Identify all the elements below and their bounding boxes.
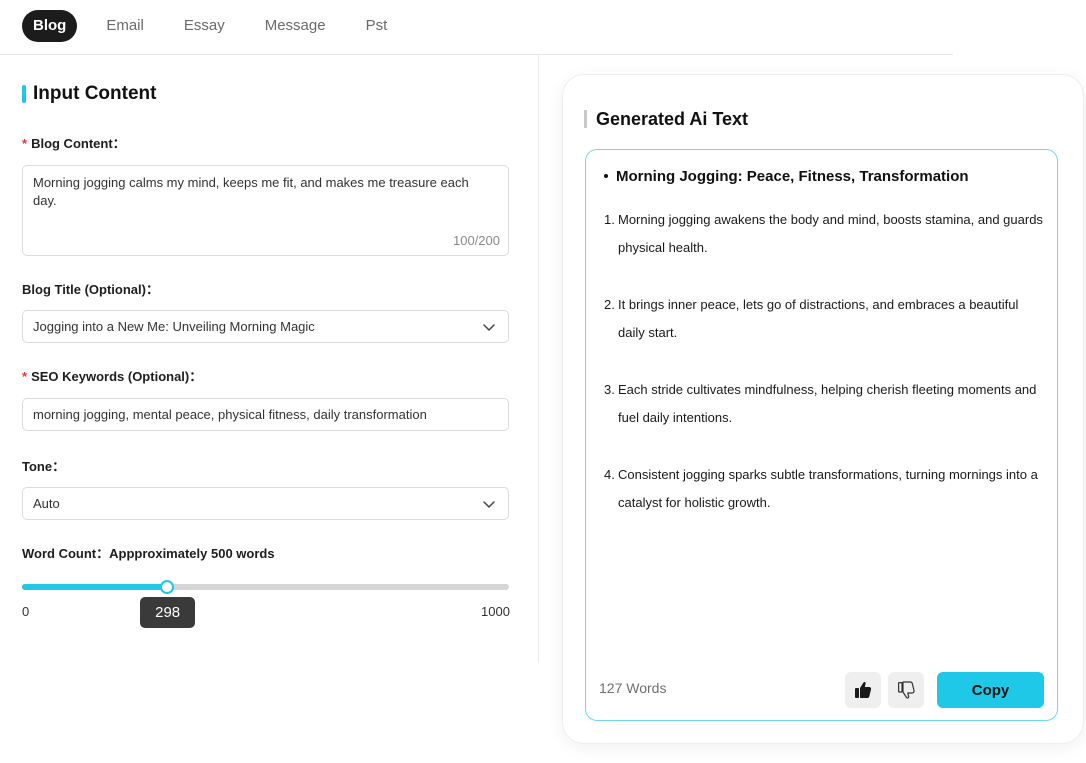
tab-bar: Blog Email Essay Message Pst	[22, 10, 416, 42]
blog-content-label-text: Blog Content：	[31, 136, 126, 151]
copy-button[interactable]: Copy	[937, 672, 1044, 708]
output-item-text: Each stride cultivates mindfulness, help…	[618, 382, 1037, 425]
output-item-number: 1.	[604, 212, 615, 227]
tab-message[interactable]: Message	[254, 10, 337, 42]
slider-value-tooltip: 298	[140, 597, 196, 628]
generated-text-title: Generated Ai Text	[584, 107, 748, 131]
output-item-text: Morning jogging awakens the body and min…	[618, 212, 1043, 255]
tab-pst[interactable]: Pst	[355, 10, 399, 42]
output-item-number: 2.	[604, 297, 615, 312]
column-divider	[538, 55, 539, 663]
tone-label: Tone：	[22, 459, 66, 474]
thumbs-down-icon	[897, 681, 915, 699]
blog-title-select[interactable]: Jogging into a New Me: Unveiling Morning…	[22, 310, 509, 343]
word-count-label: Word Count：Appproximately 500 words	[22, 546, 275, 561]
seo-keywords-label: * SEO Keywords (Optional)：	[22, 366, 202, 385]
seo-keywords-value: morning jogging, mental peace, physical …	[33, 407, 427, 422]
tone-select[interactable]: Auto	[22, 487, 509, 520]
output-item-text: It brings inner peace, lets go of distra…	[618, 297, 1019, 340]
blog-content-counter: 100/200	[453, 233, 500, 248]
chevron-down-icon	[483, 501, 495, 508]
output-item-number: 3.	[604, 382, 615, 397]
output-heading: Morning Jogging: Peace, Fitness, Transfo…	[604, 168, 969, 185]
chevron-down-icon	[483, 324, 495, 331]
title-accent-bar	[584, 110, 587, 128]
blog-content-value: Morning jogging calms my mind, keeps me …	[33, 175, 469, 208]
tab-essay[interactable]: Essay	[173, 10, 236, 42]
output-list-item: 2. It brings inner peace, lets go of dis…	[604, 291, 1044, 347]
blog-content-textarea[interactable]: Morning jogging calms my mind, keeps me …	[22, 165, 509, 256]
blog-title-value: Jogging into a New Me: Unveiling Morning…	[33, 319, 315, 334]
generated-text-title-text: Generated Ai Text	[596, 108, 749, 129]
output-item-number: 4.	[604, 467, 615, 482]
slider-fill	[22, 584, 168, 590]
thumbs-up-icon	[855, 682, 872, 698]
tab-email[interactable]: Email	[95, 10, 155, 42]
seo-keywords-label-text: SEO Keywords (Optional)：	[31, 369, 203, 384]
generated-text-output: Morning Jogging: Peace, Fitness, Transfo…	[585, 149, 1058, 721]
output-item-text: Consistent jogging sparks subtle transfo…	[618, 467, 1038, 510]
like-button[interactable]	[845, 672, 881, 708]
output-word-count: 127 Words	[599, 680, 667, 696]
seo-keywords-input[interactable]: morning jogging, mental peace, physical …	[22, 398, 509, 431]
word-count-slider[interactable]	[22, 580, 509, 594]
required-asterisk: *	[22, 369, 28, 384]
tone-value: Auto	[33, 496, 60, 511]
bullet-icon	[604, 173, 608, 178]
output-list-item: 4. Consistent jogging sparks subtle tran…	[604, 461, 1044, 517]
output-list-item: 1. Morning jogging awakens the body and …	[604, 206, 1044, 262]
slider-handle[interactable]	[160, 580, 175, 594]
section-accent-bar	[22, 85, 26, 103]
input-section-title: Input Content	[22, 82, 156, 106]
blog-title-label: Blog Title (Optional)：	[22, 282, 159, 297]
slider-max-label: 1000	[481, 604, 510, 619]
dislike-button[interactable]	[888, 672, 924, 708]
output-heading-text: Morning Jogging: Peace, Fitness, Transfo…	[616, 168, 969, 185]
tabs-divider	[0, 54, 953, 55]
blog-content-label: * Blog Content：	[22, 133, 126, 152]
required-asterisk: *	[22, 136, 28, 151]
output-list-item: 3. Each stride cultivates mindfulness, h…	[604, 376, 1044, 432]
tab-blog[interactable]: Blog	[22, 10, 78, 42]
slider-min-label: 0	[22, 604, 30, 619]
input-section-title-text: Input Content	[33, 83, 157, 104]
